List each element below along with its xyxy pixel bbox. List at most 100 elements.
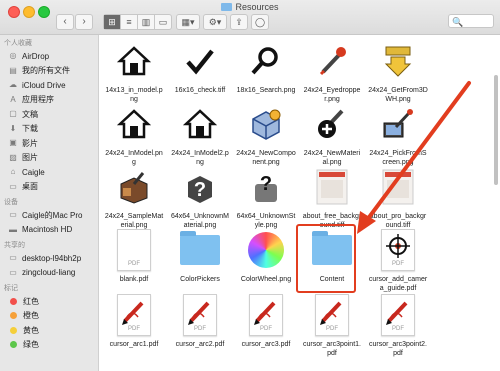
home-icon: ⌂ [10,167,16,177]
file-item[interactable]: 24x24_InModel2.png [170,102,230,167]
sidebar-item-label: 红色 [23,296,39,306]
toolbar: Resources ‹ › ⊞ ≡ ▥ ▭ ▦▾ ⚙▾ ⇪ ◯ 🔍 [0,0,500,35]
sidebar-item-label: 文稿 [22,109,38,119]
favorites-header: 个人收藏 [4,40,32,47]
back-button[interactable]: ‹ [56,14,74,30]
file-grid: PDF cursor_arc3point2.pdf PDF cursor_arc3po… [99,35,500,371]
file-item[interactable]: 16x16_check.tiff [170,39,230,95]
file-name-label: 24x24_NewComponent.png [236,150,296,166]
file-name-label: ColorWheel.png [240,276,292,283]
download-arrow-icon [376,39,420,83]
list-view-button[interactable]: ≡ [121,15,138,29]
file-item[interactable]: about_free_background.tiff [302,165,362,230]
file-item[interactable]: PDF cursor_arc3.pdf [236,293,296,349]
file-item[interactable]: PDF cursor_arc3point2.pdf [368,293,428,358]
file-name-label: cursor_arc3.pdf [241,341,291,348]
share-button[interactable]: ⇪ [230,14,248,30]
column-view-button[interactable]: ▥ [138,15,155,29]
pdf-label: PDF [194,326,206,332]
action-button[interactable]: ⚙▾ [203,14,227,30]
forward-button[interactable]: › [75,14,93,30]
svg-text:?: ? [260,173,272,195]
file-item[interactable]: 24x24_NewMaterial.png [302,102,362,167]
file-item[interactable]: about_pro_background.tiff [368,165,428,230]
file-name-label: ColorPickers [180,276,220,283]
crosshair-icon: PDF [376,228,420,272]
file-item[interactable]: 24x24_PickFromScreen.png [368,102,428,167]
sidebar-item-label: 橙色 [23,311,39,321]
svg-text:?: ? [194,179,206,201]
sidebar-item[interactable]: ☁ iCloud Drive [0,78,98,93]
sidebar-item[interactable]: ▭ Caigle的Mac Pro [0,208,98,223]
file-name-label: about_pro_background.tiff [369,213,427,229]
file-item[interactable]: PDF blank.pdf [104,228,164,284]
sidebar-item-label: 下载 [22,124,38,134]
file-item[interactable]: 18x16_Search.png [236,39,296,95]
annotation-highlight-box [296,224,356,293]
file-item[interactable]: 24x24_GetFrom3DWH.png [368,39,428,104]
picker-icon [376,102,420,146]
file-item[interactable]: PDF cursor_arc1.pdf [104,293,164,349]
sidebar-item[interactable]: 红色 [0,294,98,309]
file-name-label: cursor_arc3point2.pdf [369,341,427,357]
devices-header: 设备 [4,199,18,206]
pdf-icon: PDF [112,228,156,272]
file-item[interactable]: 24x24_NewComponent.png [236,102,296,167]
sidebar-item-label: Caigle [22,167,45,177]
file-item[interactable]: ? 64x64_UnknownStyle.png [236,165,296,230]
file-name-label: 24x24_Eyedropper.png [303,87,361,103]
sidebar-item[interactable]: ◎ AirDrop [0,49,98,64]
file-item[interactable]: PDF cursor_add_camera_guide.pdf [368,228,428,293]
group-by-button[interactable]: ▦▾ [176,14,200,30]
view-mode-group: ⊞ ≡ ▥ ▭ [103,14,172,30]
sidebar-item-label: 黄色 [23,325,39,335]
file-item[interactable]: ? 64x64_UnknownMaterial.png [170,165,230,230]
file-item[interactable]: PDF cursor_arc2.pdf [170,293,230,349]
pencil-icon: PDF [310,293,354,337]
movies-icon: ▣ [9,138,17,148]
airdrop-icon: ◎ [9,51,17,61]
sidebar-item[interactable]: ▣ 影片 [0,136,98,151]
file-name-label: 64x64_UnknownStyle.png [236,213,296,229]
pdf-label: PDF [128,326,140,332]
sidebar-item[interactable]: ⬇ 下载 [0,122,98,137]
desktop-icon: ▭ [9,181,17,191]
sidebar-item[interactable]: ▬ Macintosh HD [0,223,98,238]
sidebar-item[interactable]: 黄色 [0,323,98,338]
search-field[interactable]: 🔍 [448,14,494,28]
window-title: Resources [0,2,500,12]
sidebar-item[interactable]: ▭ 桌面 [0,180,98,195]
sidebar-item[interactable]: ▢ 文稿 [0,107,98,122]
sidebar-item[interactable]: 橙色 [0,309,98,324]
tag-color-dot-icon [10,341,17,349]
sidebar-item[interactable]: A 应用程序 [0,93,98,108]
component-icon [244,102,288,146]
file-name-label: 24x24_NewMaterial.png [303,150,361,166]
file-item[interactable]: ColorWheel.png [236,228,296,284]
file-item[interactable]: 14x13_in_model.png [104,39,164,104]
sidebar-item[interactable]: ⌂ Caigle [0,165,98,180]
image-thumbnail-icon [310,165,354,209]
sidebar-item-label: Caigle的Mac Pro [22,210,83,220]
icon-view-button[interactable]: ⊞ [104,15,121,29]
sidebar-item[interactable]: ▨ 图片 [0,151,98,166]
folder-icon [178,228,222,272]
sidebar-item[interactable]: ▤ 我的所有文件 [0,64,98,79]
file-item[interactable]: 24x24_Eyedropper.png [302,39,362,104]
sidebar-item-label: desktop-l94bh2p [22,253,82,263]
sidebar-item[interactable]: ▭ zingcloud-liang [0,266,98,281]
file-item[interactable]: 24x24_InModel.png [104,102,164,167]
file-item[interactable]: ColorPickers [170,228,230,284]
scrollbar[interactable] [494,75,498,185]
file-item[interactable]: PDF cursor_arc3point1.pdf [302,293,362,358]
applications-icon: A [10,94,16,104]
sidebar-item[interactable]: 绿色 [0,338,98,353]
file-item[interactable]: 24x24_SampleMaterial.png [104,165,164,230]
tag-button[interactable]: ◯ [251,14,269,30]
sidebar-item[interactable]: ▭ desktop-l94bh2p [0,251,98,266]
pdf-label: PDF [128,261,140,267]
house-icon [112,102,156,146]
gallery-view-button[interactable]: ▭ [155,15,171,29]
check-icon [178,39,222,83]
sidebar-item-label: 我的所有文件 [22,66,70,76]
